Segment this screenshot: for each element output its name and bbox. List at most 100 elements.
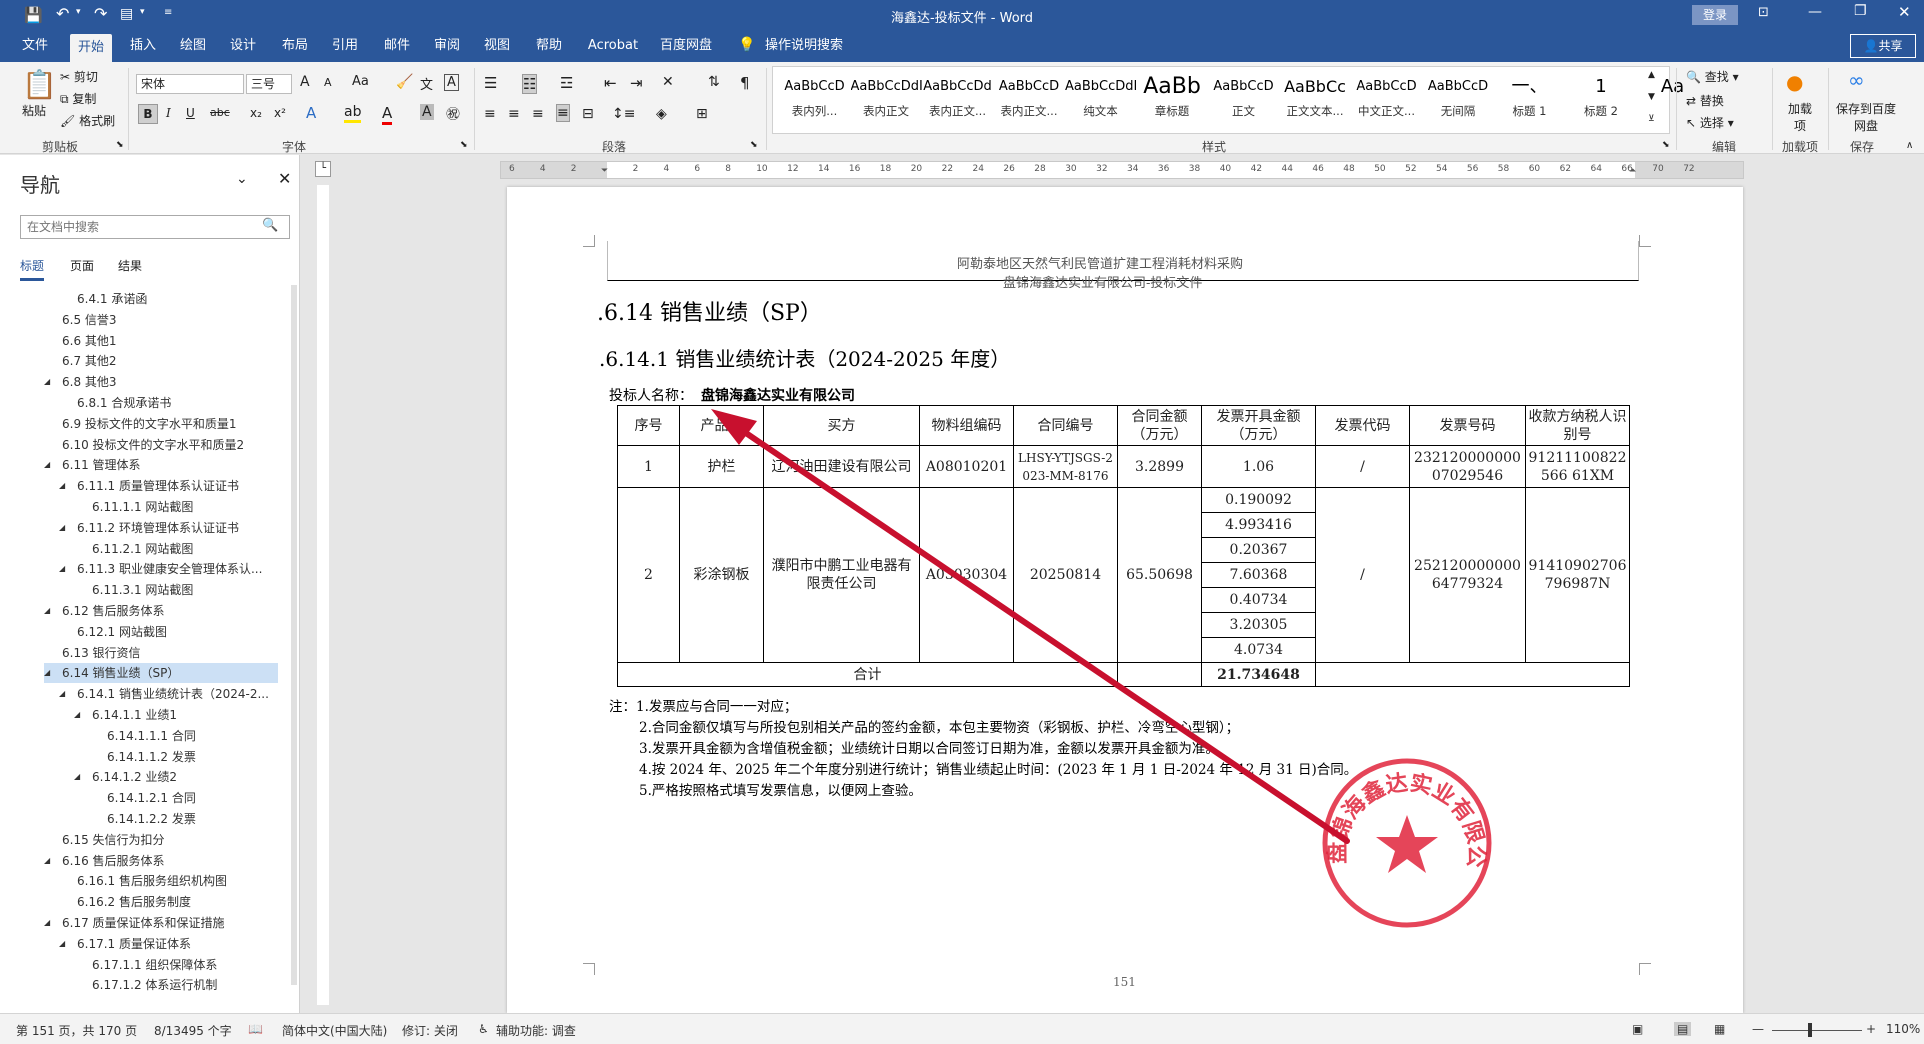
nav-search-input[interactable] — [20, 215, 290, 239]
phonetic-guide-icon[interactable]: 文 — [420, 74, 433, 93]
nav-heading-item[interactable]: ◢ 6.14.1 销售业绩统计表（2024-2... — [44, 684, 278, 704]
collapse-ribbon-icon[interactable]: ∧ — [1906, 140, 1913, 151]
print-layout-icon[interactable]: ▤ — [1674, 1022, 1692, 1036]
tab-review[interactable]: 审阅 — [426, 30, 468, 62]
numbering-icon[interactable]: ☷ — [522, 74, 538, 94]
styles-scroll-down-icon[interactable]: ▼ — [1648, 92, 1655, 102]
language[interactable]: 简体中文(中国大陆) — [282, 1022, 387, 1039]
bullets-icon[interactable]: ☰ — [484, 74, 497, 92]
replace-button[interactable]: ⇄ 替换 — [1686, 92, 1724, 109]
show-marks-icon[interactable]: ¶ — [740, 74, 750, 92]
grow-font-icon[interactable]: A — [300, 74, 310, 90]
styles-scroll-up-icon[interactable]: ▲ — [1648, 70, 1655, 80]
clear-format-icon[interactable]: 🧹 — [396, 74, 413, 90]
expand-arrow-icon[interactable]: ◢ — [74, 767, 80, 787]
nav-tab-headings[interactable]: 标题 — [20, 257, 45, 281]
char-border-icon[interactable]: A — [444, 74, 459, 91]
read-mode-icon[interactable]: ▣ — [1632, 1022, 1643, 1036]
distributed-icon[interactable]: ⊟ — [582, 106, 594, 122]
style-item[interactable]: AaBbCcD 正文 — [1208, 71, 1279, 127]
paste-icon[interactable]: 📋 — [22, 68, 57, 101]
tab-layout[interactable]: 布局 — [274, 30, 316, 62]
change-case-icon[interactable]: Aa — [352, 74, 369, 89]
nav-heading-item[interactable]: 6.14.1.1.2 发票 — [44, 747, 278, 767]
zoom-slider[interactable] — [1772, 1030, 1862, 1031]
styles-more-icon[interactable]: ⊻ — [1648, 114, 1655, 124]
style-item[interactable]: AaBbCc 正文文本... — [1280, 71, 1351, 127]
nav-heading-item[interactable]: 6.8.1 合规承诺书 — [44, 393, 278, 413]
align-right-icon[interactable]: ≡ — [532, 106, 544, 122]
tab-insert[interactable]: 插入 — [122, 30, 164, 62]
style-item[interactable]: 1 标题 2 — [1566, 71, 1637, 127]
expand-arrow-icon[interactable]: ◢ — [74, 705, 80, 725]
nav-heading-item[interactable]: 6.14.1.2.2 发票 — [44, 809, 278, 829]
tab-baidu-netdisk[interactable]: 百度网盘 — [656, 30, 716, 62]
nav-heading-item[interactable]: 6.14.1.2.1 合同 — [44, 788, 278, 808]
nav-heading-item[interactable]: ◢ 6.14.1.1 业绩1 — [44, 705, 278, 725]
nav-heading-item[interactable]: 6.13 银行资信 — [44, 643, 278, 663]
share-button[interactable]: 👤共享 — [1850, 34, 1916, 58]
indent-marker-icon[interactable]: ⏷ — [601, 166, 608, 176]
zoom-in-icon[interactable]: + — [1866, 1022, 1876, 1036]
expand-arrow-icon[interactable]: ◢ — [44, 851, 50, 871]
format-painter-button[interactable]: 🖌 格式刷 — [60, 112, 115, 129]
decrease-indent-icon[interactable]: ⇤ — [604, 74, 617, 92]
zoom-out-icon[interactable]: — — [1752, 1022, 1764, 1036]
font-color-icon[interactable]: A — [382, 104, 393, 125]
close-icon[interactable]: ✕ — [1898, 3, 1911, 21]
justify-icon[interactable]: ≡ — [556, 104, 570, 122]
nav-heading-item[interactable]: ◢ 6.12 售后服务体系 — [44, 601, 278, 621]
horizontal-ruler[interactable]: 6 4 2 2 4 6 8 10 12 14 16 18 20 22 24 26 28 30 32 34 36 38 40 4… — [500, 161, 1744, 179]
expand-arrow-icon[interactable]: ◢ — [59, 934, 65, 954]
styles-launcher-icon[interactable]: ⬊ — [1662, 140, 1670, 150]
tab-design[interactable]: 设计 — [222, 30, 264, 62]
right-indent-marker-icon[interactable]: ⏶ — [1629, 166, 1636, 176]
nav-heading-item[interactable]: 6.17.1.1 组织保障体系 — [44, 955, 278, 975]
track-changes[interactable]: 修订: 关闭 — [402, 1022, 458, 1039]
find-button[interactable]: 🔍 查找 ▾ — [1686, 68, 1739, 85]
nav-search-icon[interactable]: 🔍 — [262, 218, 278, 233]
tab-draw[interactable]: 绘图 — [172, 30, 214, 62]
char-shading-icon[interactable]: A — [420, 104, 434, 120]
ruler-corner[interactable]: └ — [315, 161, 331, 177]
nav-heading-item[interactable]: ◢ 6.11.2 环境管理体系认证证书 — [44, 518, 278, 538]
addins-icon[interactable]: ● — [1786, 70, 1803, 94]
nav-heading-item[interactable]: ◢ 6.11.1 质量管理体系认证证书 — [44, 476, 278, 496]
restore-icon[interactable]: ❐ — [1854, 3, 1867, 19]
accessibility-icon[interactable]: ♿ — [478, 1022, 489, 1036]
nav-heading-item[interactable]: ◢ 6.16 售后服务体系 — [44, 851, 278, 871]
word-count[interactable]: 8/13495 个字 — [154, 1022, 232, 1039]
nav-heading-item[interactable]: 6.6 其他1 — [44, 331, 278, 351]
sort-icon[interactable]: ⇅ — [708, 74, 720, 90]
nav-heading-item[interactable]: 6.15 失信行为扣分 — [44, 830, 278, 850]
shrink-font-icon[interactable]: A — [324, 76, 332, 89]
font-launcher-icon[interactable]: ⬊ — [460, 140, 468, 150]
tab-mailings[interactable]: 邮件 — [376, 30, 418, 62]
save-to-netdisk-button[interactable]: 保存到百度网盘 — [1836, 100, 1896, 134]
style-item[interactable]: 一、 标题 1 — [1494, 71, 1565, 127]
text-effects-icon[interactable]: A — [306, 104, 316, 122]
underline-button[interactable]: U — [186, 106, 195, 120]
tab-file[interactable]: 文件 — [14, 30, 56, 62]
font-size-select[interactable]: 三号 — [246, 74, 292, 94]
cut-button[interactable]: ✂ 剪切 — [60, 68, 98, 85]
nav-close-icon[interactable]: ✕ — [278, 169, 291, 188]
tab-acrobat[interactable]: Acrobat — [580, 30, 646, 62]
expand-arrow-icon[interactable]: ◢ — [59, 476, 65, 496]
nav-heading-item[interactable]: ◢ 6.17.1 质量保证体系 — [44, 934, 278, 954]
expand-arrow-icon[interactable]: ◢ — [59, 518, 65, 538]
style-item[interactable]: AaBbCcD 表内列... — [779, 71, 850, 127]
nav-heading-item[interactable]: 6.16.1 售后服务组织机构图 — [44, 871, 278, 891]
nav-heading-item[interactable]: ◢ 6.8 其他3 — [44, 372, 278, 392]
copy-button[interactable]: ⧉ 复制 — [60, 90, 96, 107]
login-button[interactable]: 登录 — [1692, 5, 1738, 25]
tab-references[interactable]: 引用 — [324, 30, 366, 62]
nav-heading-item[interactable]: 6.10 投标文件的文字水平和质量2 — [44, 435, 278, 455]
nav-heading-item[interactable]: ◢ 6.17 质量保证体系和保证措施 — [44, 913, 278, 933]
nav-heading-item[interactable]: 6.4.1 承诺函 — [44, 289, 278, 309]
nav-heading-item[interactable]: 6.11.2.1 网站截图 — [44, 539, 278, 559]
style-item[interactable]: AaBbCcD 无间隔 — [1423, 71, 1494, 127]
nav-options-icon[interactable]: ⌄ — [236, 171, 248, 187]
shading-icon[interactable]: ◈ — [656, 106, 667, 122]
paste-label[interactable]: 粘贴 — [22, 102, 46, 119]
